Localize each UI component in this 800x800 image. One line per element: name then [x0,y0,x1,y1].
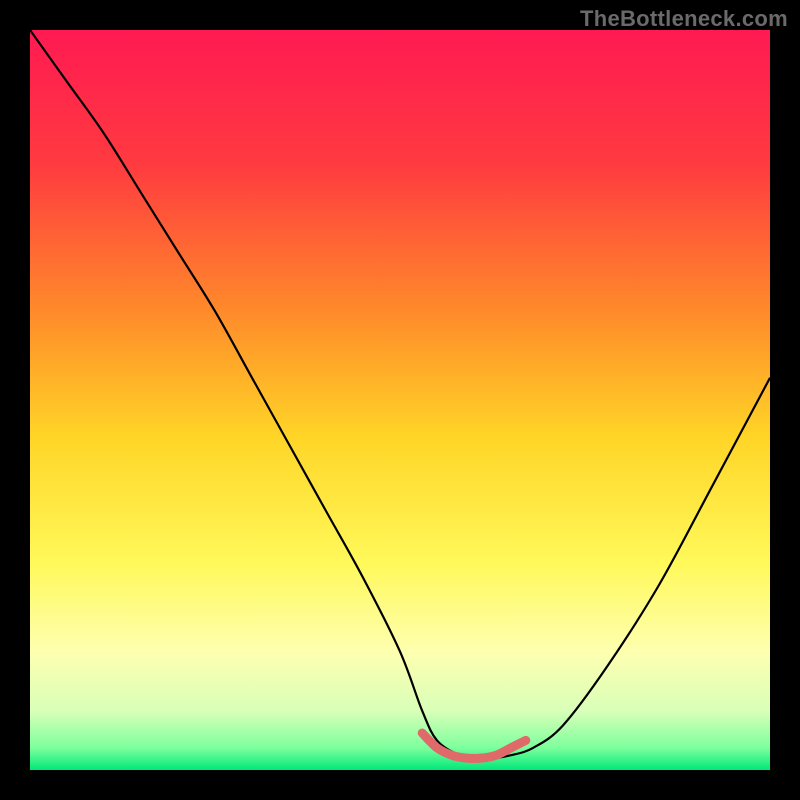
gradient-background [30,30,770,770]
chart-frame: TheBottleneck.com [0,0,800,800]
watermark-text: TheBottleneck.com [580,6,788,32]
chart-svg [30,30,770,770]
plot-area [30,30,770,770]
